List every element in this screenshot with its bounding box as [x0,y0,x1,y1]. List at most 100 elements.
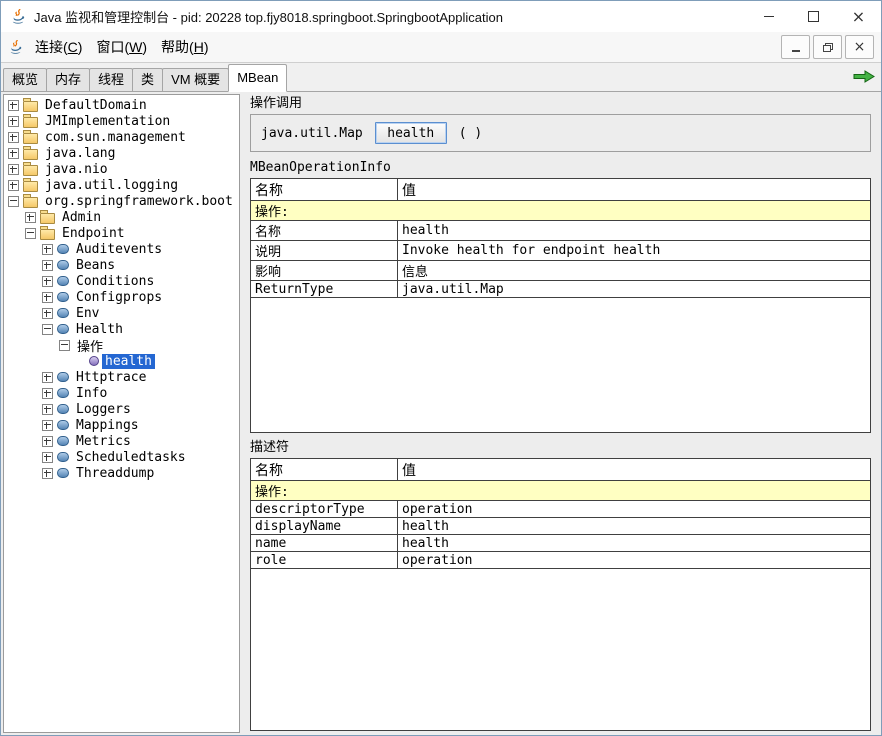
menu-help[interactable]: 帮助(H) [154,35,215,59]
descriptor-table: 名称值操作:descriptorTypeoperationdisplayName… [250,458,871,731]
collapse-icon[interactable] [59,340,70,351]
tab-classes[interactable]: 类 [132,68,163,91]
expand-icon[interactable] [8,148,19,159]
tree-item-conditions[interactable]: Conditions [4,273,239,289]
column-header-name[interactable]: 名称 [251,459,398,481]
maximize-button[interactable] [791,1,836,32]
tree-item-com-sun-management[interactable]: com.sun.management [4,129,239,145]
tree-item-org-springframework-boot[interactable]: org.springframework.boot [4,193,239,209]
tree-item-label: org.springframework.boot [42,194,236,209]
tree-item-env[interactable]: Env [4,305,239,321]
tree-item-java-lang[interactable]: java.lang [4,145,239,161]
column-header-name[interactable]: 名称 [251,179,398,201]
tree-item-admin[interactable]: Admin [4,209,239,225]
expand-icon[interactable] [8,132,19,143]
mbean-icon [57,244,69,254]
tab-overview[interactable]: 概览 [3,68,47,91]
invoke-health-button[interactable]: health [375,122,447,144]
tree-item-metrics[interactable]: Metrics [4,433,239,449]
tab-threads[interactable]: 线程 [89,68,133,91]
expand-icon[interactable] [42,276,53,287]
tree-item-info[interactable]: Info [4,385,239,401]
tree-item-java-util-logging[interactable]: java.util.logging [4,177,239,193]
expand-icon[interactable] [42,372,53,383]
tree-item-jmimplementation[interactable]: JMImplementation [4,113,239,129]
folder-icon [23,165,38,176]
frame-close-button[interactable]: × [845,35,874,59]
tab-memory[interactable]: 内存 [46,68,90,91]
mbean-icon [57,420,69,430]
expand-icon[interactable] [42,260,53,271]
frame-restore-button[interactable] [813,35,842,59]
mbean-tree[interactable]: DefaultDomainJMImplementationcom.sun.man… [3,94,240,733]
expand-icon[interactable] [8,164,19,175]
tree-item-label: Scheduledtasks [73,450,189,465]
window-controls: × [746,1,881,32]
table-row[interactable]: 影响信息 [251,261,870,281]
mbean-icon [57,452,69,462]
tree-item-label: java.nio [42,162,111,177]
table-row[interactable]: 说明Invoke health for endpoint health [251,241,870,261]
tree-item-operations[interactable]: 操作 [4,337,239,353]
tab-mbeans[interactable]: MBean [228,64,287,92]
table-row[interactable]: ReturnTypejava.util.Map [251,281,870,298]
tree-item-mappings[interactable]: Mappings [4,417,239,433]
operation-return-type: java.util.Map [261,126,363,141]
expand-icon[interactable] [42,436,53,447]
tree-item-threaddump[interactable]: Threaddump [4,465,239,481]
tree-item-endpoint[interactable]: Endpoint [4,225,239,241]
expand-icon[interactable] [42,468,53,479]
section-label: 操作: [251,481,870,501]
collapse-icon[interactable] [25,228,36,239]
tree-item-loggers[interactable]: Loggers [4,401,239,417]
column-header-value[interactable]: 值 [398,179,871,201]
expand-icon[interactable] [42,244,53,255]
table-row[interactable]: descriptorTypeoperation [251,501,870,518]
menu-window[interactable]: 窗口(W) [89,35,154,59]
tree-item-configprops[interactable]: Configprops [4,289,239,305]
tree-item-label: Info [73,386,110,401]
tree-item-health[interactable]: Health [4,321,239,337]
expand-icon[interactable] [8,116,19,127]
expand-icon[interactable] [42,308,53,319]
frame-minimize-button[interactable] [781,35,810,59]
expand-icon[interactable] [8,100,19,111]
expand-icon[interactable] [8,180,19,191]
tab-vm-summary[interactable]: VM 概要 [162,68,229,91]
table-row[interactable]: 名称health [251,221,870,241]
expand-icon[interactable] [42,292,53,303]
tree-item-label: Health [73,322,126,337]
expand-icon[interactable] [42,420,53,431]
titlebar[interactable]: Java 监视和管理控制台 - pid: 20228 top.fjy8018.s… [1,1,881,32]
tree-item-scheduledtasks[interactable]: Scheduledtasks [4,449,239,465]
folder-icon [23,149,38,160]
tree-item-auditevents[interactable]: Auditevents [4,241,239,257]
close-button[interactable]: × [836,1,881,32]
menu-connection[interactable]: 连接(C) [28,35,89,59]
column-header-value[interactable]: 值 [398,459,871,481]
section-label: 操作: [251,201,870,221]
tree-item-java-nio[interactable]: java.nio [4,161,239,177]
expand-icon[interactable] [25,212,36,223]
tabbar: 概览内存线程类VM 概要MBean [1,63,881,92]
expand-icon[interactable] [42,452,53,463]
tree-item-beans[interactable]: Beans [4,257,239,273]
tree-item-label: Loggers [73,402,134,417]
mbean-icon [57,404,69,414]
expand-icon[interactable] [42,404,53,415]
table-row[interactable]: displayNamehealth [251,518,870,535]
cell-name: role [251,552,398,569]
minimize-button[interactable] [746,1,791,32]
tree-item-default-domain[interactable]: DefaultDomain [4,97,239,113]
tree-item-label: com.sun.management [42,130,189,145]
collapse-icon[interactable] [42,324,53,335]
tree-item-health-operation[interactable]: health [4,353,239,369]
tree-item-label: Env [73,306,102,321]
expand-icon[interactable] [42,388,53,399]
mbeanoperationinfo-table-grid: 名称值操作:名称health说明Invoke health for endpoi… [251,179,870,298]
table-row[interactable]: namehealth [251,535,870,552]
table-row[interactable]: roleoperation [251,552,870,569]
folder-icon [40,229,55,240]
tree-item-httptrace[interactable]: Httptrace [4,369,239,385]
collapse-icon[interactable] [8,196,19,207]
